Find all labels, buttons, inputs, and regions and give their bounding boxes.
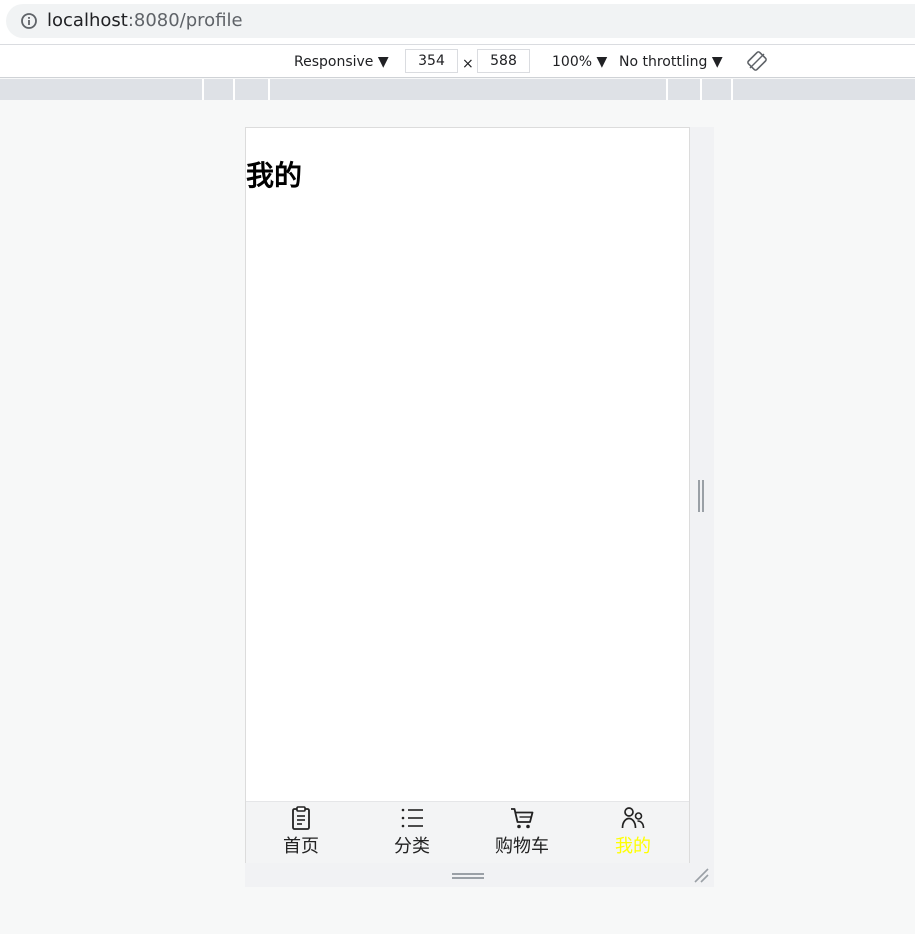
throttling-dropdown[interactable]: No throttling ▼ — [619, 52, 723, 72]
tab-label-active: 我的 — [615, 836, 651, 857]
media-query-marker[interactable] — [202, 79, 204, 100]
resize-handle-corner[interactable] — [690, 863, 714, 887]
resize-handle-right[interactable] — [690, 127, 714, 887]
corner-grip-icon — [694, 868, 709, 883]
page-title: 我的 — [246, 159, 303, 192]
resize-handle-bottom[interactable] — [245, 863, 690, 887]
clipboard-icon — [292, 806, 310, 830]
omnibox[interactable]: localhost:8080/profile — [6, 4, 915, 38]
device-viewport: 我的 首页 分类 购物车 我的 — [245, 127, 690, 863]
url-path: :8080/profile — [127, 10, 243, 31]
device-mode-dropdown[interactable]: Responsive ▼ — [294, 52, 389, 72]
url-host: localhost — [47, 10, 128, 31]
media-query-marker[interactable] — [731, 79, 733, 100]
grip-icon — [698, 480, 704, 512]
tab-home[interactable]: 首页 — [246, 802, 356, 864]
tab-cart[interactable]: 购物车 — [467, 802, 577, 864]
media-query-marker[interactable] — [700, 79, 702, 100]
media-query-marker[interactable] — [666, 79, 668, 100]
users-icon — [621, 807, 645, 829]
tab-label: 购物车 — [495, 836, 549, 857]
tab-label: 首页 — [283, 836, 319, 857]
device-toolbar: Responsive ▼ 354 × 588 100% ▼ No throttl… — [0, 44, 915, 78]
width-input[interactable]: 354 — [405, 49, 458, 73]
url-text[interactable]: localhost:8080/profile — [47, 10, 243, 32]
dimension-separator: × — [462, 56, 474, 72]
tab-category[interactable]: 分类 — [357, 802, 467, 864]
media-query-marker[interactable] — [233, 79, 235, 100]
bottom-tab-bar: 首页 分类 购物车 我的 — [246, 801, 689, 863]
cart-icon — [511, 808, 534, 829]
info-icon[interactable] — [20, 12, 38, 30]
zoom-dropdown[interactable]: 100% ▼ — [552, 52, 607, 72]
grip-icon — [452, 873, 484, 879]
media-query-bar[interactable] — [0, 79, 915, 100]
tab-profile[interactable]: 我的 — [578, 802, 688, 864]
rotate-icon[interactable] — [747, 50, 767, 72]
tab-label: 分类 — [394, 836, 430, 857]
list-icon — [401, 808, 423, 828]
height-input[interactable]: 588 — [477, 49, 530, 73]
media-query-marker[interactable] — [268, 79, 270, 100]
address-bar: localhost:8080/profile — [0, 0, 915, 44]
